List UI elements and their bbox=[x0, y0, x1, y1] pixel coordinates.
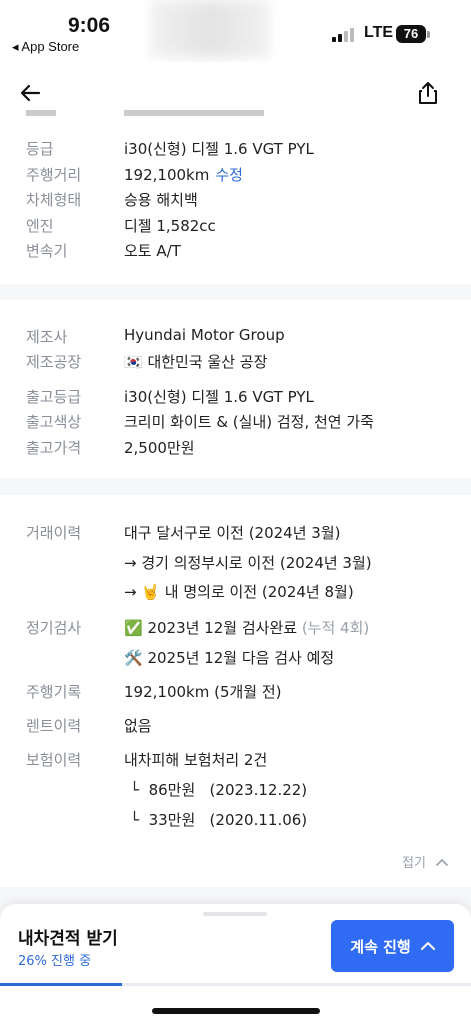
row-label: 등급 bbox=[26, 140, 54, 158]
insurance-item-text: └ 33만원 (2020.11.06) bbox=[130, 811, 308, 829]
chevron-up-icon bbox=[436, 858, 448, 866]
row-value: 디젤 1,582cc bbox=[124, 217, 216, 235]
trade-line: → 🤘 내 명의로 이전 (2024년 8월) bbox=[124, 583, 354, 601]
trade-line: 대구 달서구로 이전 (2024년 3월) bbox=[124, 524, 341, 542]
row-label: 출고색상 bbox=[26, 413, 82, 431]
spec-card: 등급 i30(신형) 디젤 1.6 VGT PYL 주행거리 192,100km… bbox=[0, 110, 471, 284]
row-value: 2,500만원 bbox=[124, 439, 195, 457]
factory-card: 제조사 Hyundai Motor Group 제조공장 🇰🇷 대한민국 울산 … bbox=[0, 300, 471, 478]
history-row-rent: 렌트이력 없음 bbox=[0, 715, 471, 739]
panel-title: 내차견적 받기 bbox=[18, 929, 118, 949]
continue-label: 계속 진행 bbox=[350, 937, 411, 956]
history-row-trade-2: → 경기 의정부시로 이전 (2024년 3월) bbox=[0, 552, 471, 576]
history-row-inspection-2: 🛠️ 2025년 12월 다음 검사 예정 bbox=[0, 647, 471, 671]
row-label: 보험이력 bbox=[26, 751, 82, 769]
row-label: 변속기 bbox=[26, 242, 68, 260]
row-value: 🇰🇷 대한민국 울산 공장 bbox=[124, 353, 268, 371]
spec-row-grade: 등급 i30(신형) 디젤 1.6 VGT PYL bbox=[0, 138, 471, 162]
cut-off-row bbox=[26, 110, 326, 122]
trade-line: → 경기 의정부시로 이전 (2024년 3월) bbox=[124, 554, 372, 572]
factory-row-color: 출고색상 크리미 화이트 & (실내) 검정, 천연 가죽 bbox=[0, 411, 471, 435]
inspection-done: ✅ 2023년 12월 검사완료 bbox=[124, 619, 298, 637]
progress-track bbox=[0, 983, 471, 986]
row-value: i30(신형) 디젤 1.6 VGT PYL bbox=[124, 140, 314, 158]
history-card: 거래이력 대구 달서구로 이전 (2024년 3월) → 경기 의정부시로 이전… bbox=[0, 495, 471, 887]
row-label: 제조공장 bbox=[26, 353, 82, 371]
history-row-trade: 거래이력 대구 달서구로 이전 (2024년 3월) bbox=[0, 522, 471, 546]
row-value-wrap: 192,100km 수정 bbox=[124, 164, 243, 185]
row-label: 제조사 bbox=[26, 328, 68, 346]
history-row-trade-3: → 🤘 내 명의로 이전 (2024년 8월) bbox=[0, 581, 471, 605]
history-row-insurance: 보험이력 내차피해 보험처리 2건 bbox=[0, 749, 471, 773]
status-time: 9:06 bbox=[68, 14, 111, 37]
row-label: 주행거리 bbox=[26, 166, 82, 184]
row-value: Hyundai Motor Group bbox=[124, 326, 285, 344]
factory-row-price: 출고가격 2,500만원 bbox=[0, 437, 471, 461]
collapse-label: 접기 bbox=[402, 856, 426, 871]
battery-icon: 76 bbox=[396, 25, 426, 43]
inspection-count: (누적 4회) bbox=[301, 619, 370, 637]
row-value: 내차피해 보험처리 2건 bbox=[124, 751, 268, 769]
row-value: 없음 bbox=[124, 717, 152, 735]
progress-fill bbox=[0, 983, 123, 986]
back-arrow-icon[interactable] bbox=[18, 80, 44, 106]
drag-handle[interactable] bbox=[203, 912, 267, 916]
insurance-item: └ 86만원 (2023.12.22) bbox=[0, 779, 471, 803]
quote-panel: 내차견적 받기 26% 진행 중 계속 진행 bbox=[0, 904, 471, 1024]
row-label: 거래이력 bbox=[26, 524, 82, 542]
chevron-up-icon bbox=[420, 942, 435, 950]
row-label: 출고등급 bbox=[26, 388, 82, 406]
edit-mileage-link[interactable]: 수정 bbox=[215, 166, 243, 184]
row-value: 승용 해치백 bbox=[124, 191, 198, 209]
row-label: 정기검사 bbox=[26, 619, 82, 637]
row-value: 오토 A/T bbox=[124, 242, 181, 260]
network-label: LTE bbox=[364, 24, 394, 41]
row-label: 출고가격 bbox=[26, 439, 82, 457]
factory-row-grade: 출고등급 i30(신형) 디젤 1.6 VGT PYL bbox=[0, 386, 471, 410]
row-value: 크리미 화이트 & (실내) 검정, 천연 가죽 bbox=[124, 413, 374, 431]
home-indicator bbox=[152, 1008, 320, 1014]
collapse-button[interactable]: 접기 bbox=[402, 852, 448, 871]
history-row-inspection: 정기검사 ✅ 2023년 12월 검사완료 (누적 4회) bbox=[0, 617, 471, 641]
row-label: 차체형태 bbox=[26, 191, 82, 209]
status-bar: 9:06 ◂ App Store LTE 76 bbox=[0, 0, 471, 62]
spec-row-transmission: 변속기 오토 A/T bbox=[0, 240, 471, 264]
battery-tip bbox=[427, 31, 430, 38]
continue-button[interactable]: 계속 진행 bbox=[331, 920, 454, 972]
row-label: 엔진 bbox=[26, 217, 54, 235]
row-value: 192,100km bbox=[124, 166, 210, 184]
insurance-item-text: └ 86만원 (2023.12.22) bbox=[130, 781, 308, 799]
row-label: 렌트이력 bbox=[26, 717, 82, 735]
share-icon[interactable] bbox=[416, 80, 440, 106]
row-value: i30(신형) 디젤 1.6 VGT PYL bbox=[124, 388, 314, 406]
row-value: 192,100km (5개월 전) bbox=[124, 683, 282, 701]
spec-row-mileage: 주행거리 192,100km 수정 bbox=[0, 164, 471, 188]
history-row-mileage: 주행기록 192,100km (5개월 전) bbox=[0, 681, 471, 705]
inspection-next: 🛠️ 2025년 12월 다음 검사 예정 bbox=[124, 649, 335, 667]
spec-row-engine: 엔진 디젤 1,582cc bbox=[0, 215, 471, 239]
inspection-line: ✅ 2023년 12월 검사완료 (누적 4회) bbox=[124, 617, 369, 638]
factory-row-maker: 제조사 Hyundai Motor Group bbox=[0, 326, 471, 350]
factory-row-plant: 제조공장 🇰🇷 대한민국 울산 공장 bbox=[0, 351, 471, 375]
back-to-app-store[interactable]: ◂ App Store bbox=[12, 39, 79, 55]
insurance-item: └ 33만원 (2020.11.06) bbox=[0, 809, 471, 833]
spec-row-body: 차체형태 승용 해치백 bbox=[0, 189, 471, 213]
blurred-region bbox=[150, 0, 270, 58]
row-label: 주행기록 bbox=[26, 683, 82, 701]
progress-text: 26% 진행 중 bbox=[18, 954, 92, 969]
signal-icon bbox=[332, 28, 356, 42]
